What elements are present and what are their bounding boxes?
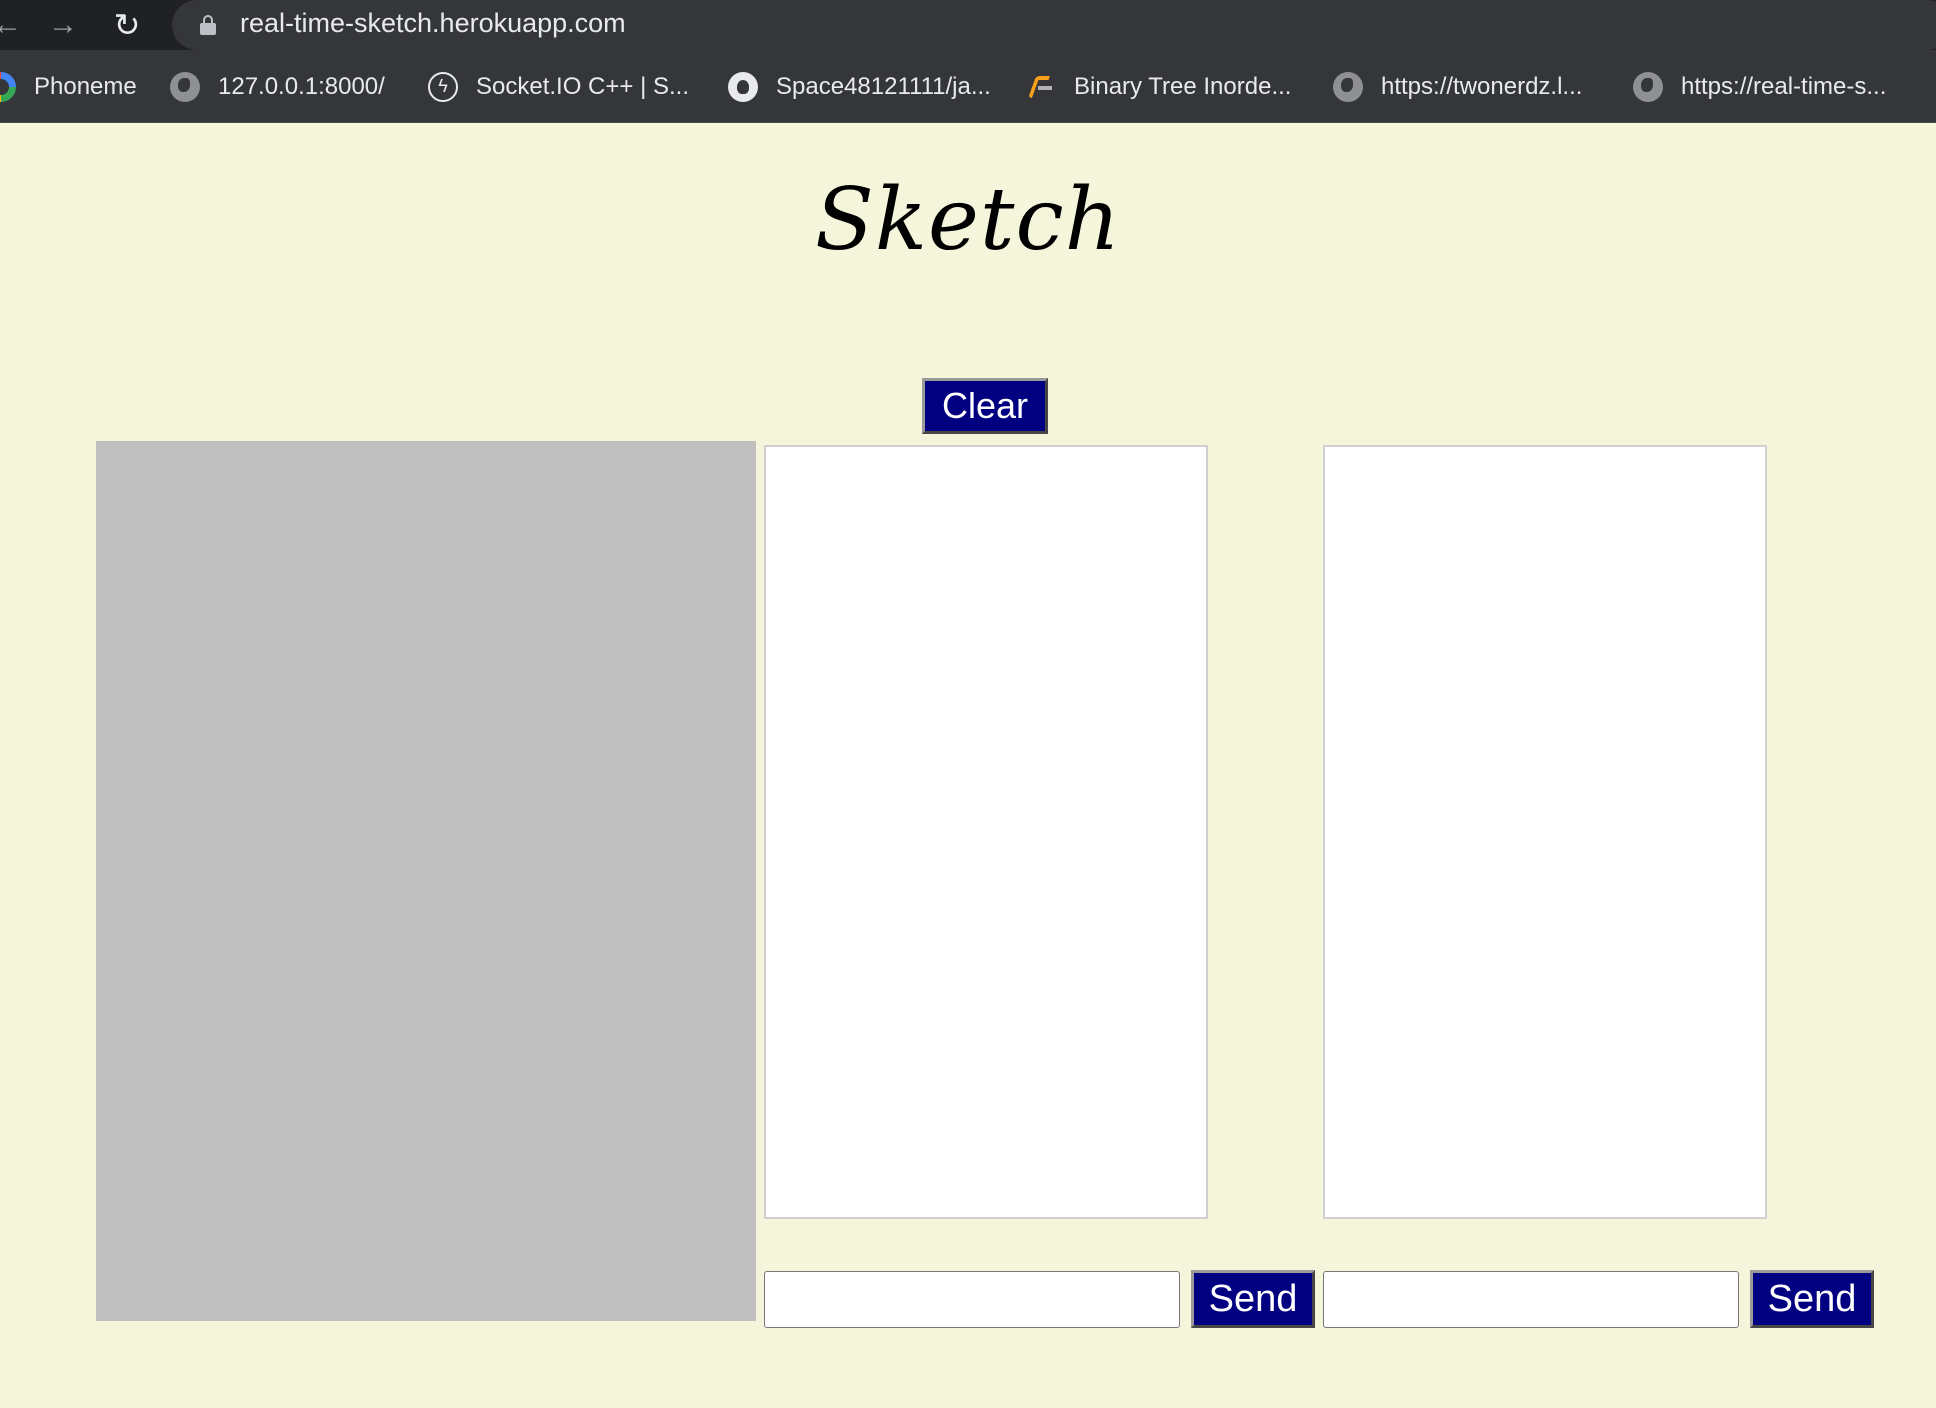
page-title: Sketch: [814, 170, 1122, 270]
bookmark-twonerdz[interactable]: https://twonerdz.l...: [1333, 50, 1582, 123]
bookmark-label: https://twonerdz.l...: [1381, 72, 1583, 100]
url-text[interactable]: real-time-sketch.herokuapp.com: [240, 0, 626, 46]
message-box-2[interactable]: [1323, 445, 1767, 1219]
send-button-1[interactable]: Send: [1191, 1270, 1315, 1328]
globe-icon: [170, 71, 200, 102]
sketch-canvas[interactable]: [96, 441, 756, 1321]
bookmark-label: Binary Tree Inorde...: [1074, 72, 1292, 100]
bookmarks-bar: Phoneme 127.0.0.1:8000/ ϟ Socket.IO C++ …: [0, 50, 1936, 123]
google-icon: [0, 71, 16, 102]
bookmark-label: Socket.IO C++ | S...: [476, 72, 689, 100]
browser-toolbar: ← → ↻ real-time-sketch.herokuapp.com: [0, 0, 1936, 50]
globe-icon: [1633, 71, 1663, 102]
bookmark-label: Phoneme: [34, 72, 137, 100]
bookmark-leetcode[interactable]: Binary Tree Inorde...: [1026, 50, 1291, 123]
forward-arrow-icon[interactable]: →: [44, 6, 82, 44]
bookmark-real-time-sketch[interactable]: https://real-time-s...: [1633, 50, 1886, 123]
leetcode-icon: [1026, 72, 1056, 102]
bookmark-phoneme[interactable]: Phoneme: [0, 50, 137, 123]
bookmark-label: Space48121111/ja...: [776, 72, 991, 100]
send-button-2[interactable]: Send: [1750, 1270, 1874, 1328]
message-input-2[interactable]: [1323, 1271, 1739, 1328]
github-icon: [728, 71, 758, 102]
reload-icon[interactable]: ↻: [108, 6, 146, 44]
globe-icon: [1333, 71, 1363, 102]
message-input-1[interactable]: [764, 1271, 1180, 1328]
back-arrow-icon[interactable]: ←: [0, 6, 26, 44]
lock-icon[interactable]: [200, 15, 216, 35]
bookmark-socketio[interactable]: ϟ Socket.IO C++ | S...: [428, 50, 689, 123]
message-box-1[interactable]: [764, 445, 1208, 1219]
bookmark-github[interactable]: Space48121111/ja...: [728, 50, 991, 123]
clear-button[interactable]: Clear: [922, 378, 1048, 434]
address-bar[interactable]: real-time-sketch.herokuapp.com: [172, 0, 1936, 50]
bookmark-label: https://real-time-s...: [1681, 72, 1887, 100]
bookmark-label: 127.0.0.1:8000/: [218, 72, 385, 100]
socketio-icon: ϟ: [428, 71, 458, 102]
bookmark-localhost[interactable]: 127.0.0.1:8000/: [170, 50, 385, 123]
